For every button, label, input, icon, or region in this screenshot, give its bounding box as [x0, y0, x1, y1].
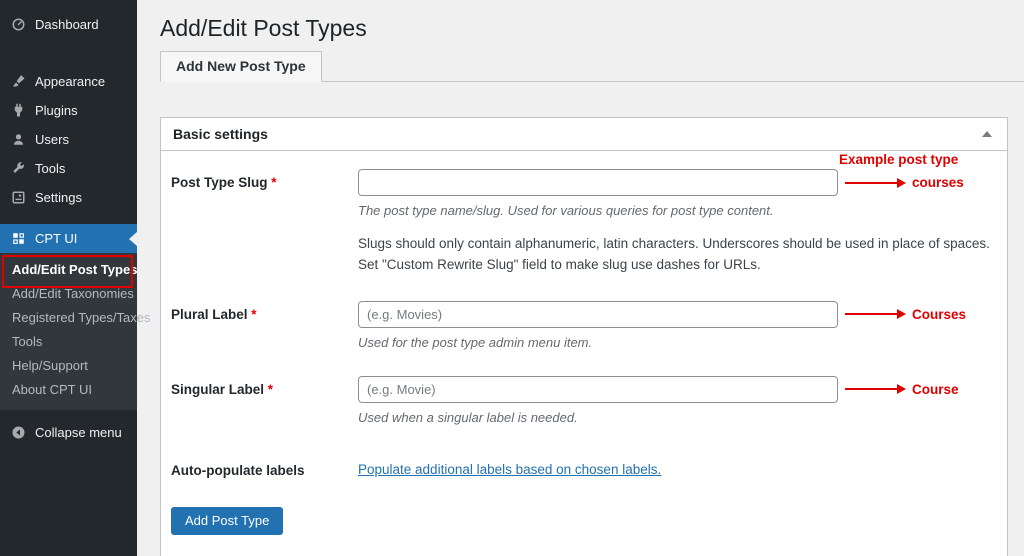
plural-label-field: Courses Used for the post type admin men…: [358, 300, 995, 350]
plural-label-help: Used for the post type admin menu item.: [358, 334, 593, 350]
auto-populate-label: Auto-populate labels: [171, 462, 305, 478]
page-title: Add/Edit Post Types: [160, 15, 367, 41]
users-icon: [11, 132, 26, 147]
triangle-up-icon: [982, 131, 992, 137]
red-arrow-icon: [845, 181, 897, 184]
sidebar-item-label: Tools: [35, 161, 66, 176]
annotation-singular-example: Course: [845, 376, 959, 403]
sidebar-item-label: Settings: [35, 190, 82, 205]
plugins-icon: [11, 103, 26, 118]
post-type-slug-help: The post type name/slug. Used for variou…: [358, 203, 774, 218]
red-arrowhead-icon: [897, 309, 906, 320]
sidebar-item-cpt-ui[interactable]: CPT UI: [0, 224, 137, 253]
main-content: Add/Edit Post Types Add New Post Type Ba…: [137, 0, 1024, 556]
red-arrowhead-icon: [897, 384, 906, 395]
auto-populate-field: Populate additional labels based on chos…: [358, 457, 995, 479]
annotation-plural-example: Courses: [845, 301, 966, 328]
singular-label-help: Used when a singular label is needed.: [358, 409, 578, 425]
annotation-example-heading: Example post type: [839, 152, 959, 167]
sidebar-item-label: CPT UI: [35, 231, 78, 246]
required-asterisk: *: [267, 381, 274, 397]
sidebar-separator: [0, 39, 137, 67]
collapse-menu-button[interactable]: Collapse menu: [0, 418, 137, 447]
collapse-menu-label: Collapse menu: [35, 425, 122, 440]
post-type-slug-note: Slugs should only contain alphanumeric, …: [358, 236, 990, 272]
tab-bar: Add New Post Type: [160, 51, 1024, 82]
tools-icon: [11, 161, 26, 176]
submenu-item-registered-types[interactable]: Registered Types/Taxes: [0, 306, 151, 330]
add-post-type-button[interactable]: Add Post Type: [171, 506, 284, 535]
sidebar-item-label: Plugins: [35, 103, 78, 118]
required-asterisk: *: [271, 175, 277, 190]
required-asterisk: *: [251, 306, 257, 322]
annotation-plural-value: Courses: [912, 306, 967, 322]
singular-label-field: Course Used when a singular label is nee…: [358, 375, 995, 425]
post-type-slug-row: Post Type Slug * Example post type cours…: [171, 152, 995, 276]
sidebar-item-label: Dashboard: [35, 17, 99, 32]
singular-label-row: Singular Label * Course Used when a sing…: [171, 375, 995, 425]
populate-labels-link[interactable]: Populate additional labels based on chos…: [358, 457, 661, 477]
settings-icon: [11, 190, 26, 205]
sidebar-item-label: Users: [35, 132, 69, 147]
wordpress-admin-screen: Dashboard Appearance Plugins Users Tools…: [0, 0, 1024, 556]
tab-add-new-post-type[interactable]: Add New Post Type: [160, 51, 322, 82]
singular-label-input[interactable]: [358, 375, 838, 403]
post-type-slug-field: Example post type courses The post type …: [358, 152, 995, 276]
sidebar-item-dashboard[interactable]: Dashboard: [0, 10, 137, 39]
basic-settings-panel: Basic settings Post Type Slug * Example …: [160, 117, 1008, 556]
red-arrow-icon: [845, 313, 897, 316]
plural-label-input[interactable]: [358, 300, 838, 328]
post-type-slug-label: Post Type Slug *: [171, 175, 277, 190]
red-arrow-icon: [845, 388, 897, 391]
submenu-item-about-cpt-ui[interactable]: About CPT UI: [0, 378, 137, 402]
submit-row: Add Post Type: [171, 506, 995, 535]
post-type-slug-input[interactable]: [358, 169, 838, 196]
sidebar-item-plugins[interactable]: Plugins: [0, 96, 137, 125]
panel-collapse-button[interactable]: [979, 129, 995, 139]
singular-label-label: Singular Label *: [171, 381, 274, 397]
cpt-ui-submenu: Add/Edit Post Types Add/Edit Taxonomies …: [0, 253, 151, 410]
basic-settings-body: Post Type Slug * Example post type cours…: [161, 151, 1007, 556]
plural-label-label: Plural Label *: [171, 306, 257, 322]
submenu-item-tools[interactable]: Tools: [0, 330, 137, 354]
auto-populate-row: Auto-populate labels Populate additional…: [171, 457, 995, 479]
sidebar-item-label: Appearance: [35, 74, 106, 89]
annotation-slug-value: courses: [912, 175, 964, 190]
sidebar-item-settings[interactable]: Settings: [0, 183, 137, 212]
cpt-ui-icon: [11, 231, 26, 246]
basic-settings-header: Basic settings: [161, 118, 1007, 151]
appearance-icon: [11, 74, 26, 89]
admin-sidebar: Dashboard Appearance Plugins Users Tools…: [0, 0, 151, 556]
sidebar-item-tools[interactable]: Tools: [0, 154, 137, 183]
active-menu-arrow: [129, 231, 137, 246]
collapse-menu-icon: [11, 425, 26, 440]
plural-label-row: Plural Label * Courses Used for the post…: [171, 300, 995, 350]
submenu-item-add-edit-taxonomies[interactable]: Add/Edit Taxonomies: [0, 282, 137, 306]
submenu-item-help-support[interactable]: Help/Support: [0, 354, 137, 378]
sidebar-item-users[interactable]: Users: [0, 125, 137, 154]
submenu-item-add-edit-post-types[interactable]: Add/Edit Post Types: [0, 258, 137, 282]
sidebar-item-appearance[interactable]: Appearance: [0, 67, 137, 96]
annotation-singular-value: Course: [912, 381, 959, 397]
panel-title: Basic settings: [173, 126, 268, 142]
annotation-slug-example: courses: [845, 169, 964, 196]
red-arrowhead-icon: [897, 177, 906, 188]
dashboard-icon: [11, 17, 26, 32]
